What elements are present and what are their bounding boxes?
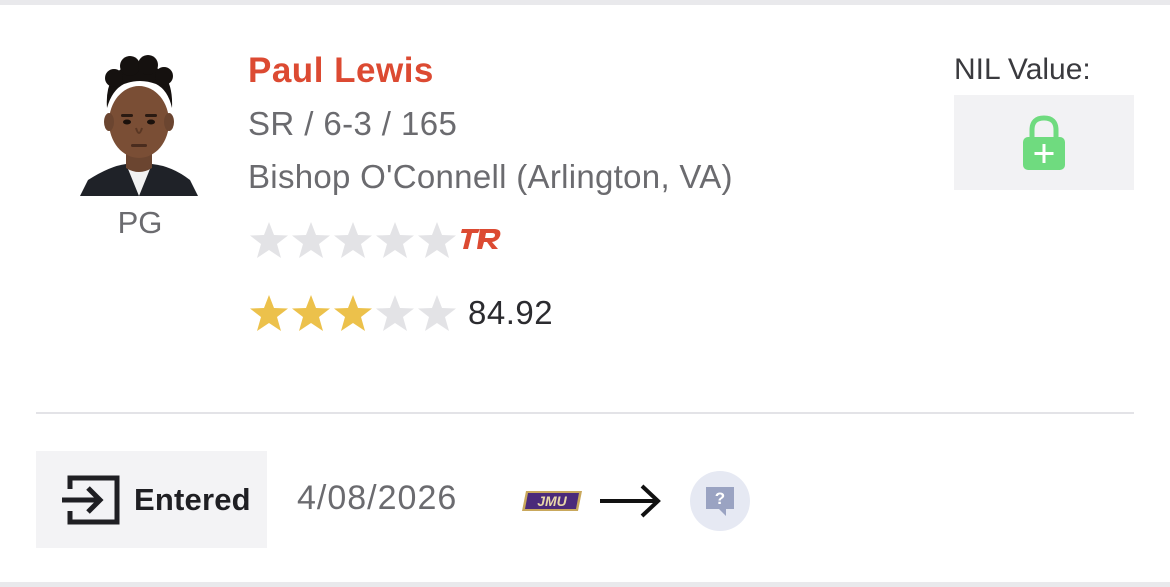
nil-value-label: NIL Value: (954, 53, 1091, 86)
composite-star-icon-2 (292, 295, 330, 331)
composite-star-icon-4 (376, 295, 414, 331)
player-name-link[interactable]: Paul Lewis (248, 51, 434, 91)
unknown-school-icon[interactable]: ? (690, 471, 750, 531)
jmu-logo-text: JMU (537, 493, 567, 509)
tr-logo-icon (461, 229, 501, 249)
bottom-border (0, 582, 1170, 587)
tr-star-icon-2 (292, 222, 330, 258)
player-position: PG (117, 205, 163, 240)
lock-plus-icon (1023, 114, 1065, 170)
tr-stars (248, 219, 458, 261)
section-divider (36, 412, 1134, 414)
tr-star-icon-3 (334, 222, 372, 258)
tr-star-icon-4 (376, 222, 414, 258)
tr-star-icon-1 (250, 222, 288, 258)
jmu-logo[interactable]: JMU (522, 489, 584, 513)
nil-value-locked-button[interactable] (954, 95, 1134, 190)
arrow-right-icon (600, 484, 661, 518)
tr-star-icon-5 (418, 222, 456, 258)
player-bio: SR / 6-3 / 165 (248, 105, 458, 142)
enter-icon (62, 475, 120, 524)
unknown-school-glyph: ? (715, 489, 725, 508)
tr-star-rating (248, 217, 504, 263)
question-bubble-icon: ? (706, 487, 734, 516)
composite-stars (248, 292, 458, 334)
composite-star-icon-1 (250, 295, 288, 331)
player-photo[interactable] (80, 48, 198, 196)
composite-score: 84.92 (468, 294, 554, 331)
composite-star-icon-5 (418, 295, 456, 331)
player-school: Bishop O'Connell (Arlington, VA) (248, 158, 733, 195)
transfer-date: 4/08/2026 (297, 479, 458, 517)
transfer-status-badge[interactable]: Entered (36, 451, 267, 548)
transfer-status-label: Entered (134, 481, 251, 517)
composite-star-rating: 84.92 (248, 290, 553, 336)
composite-star-icon-3 (334, 295, 372, 331)
player-card: PG Paul Lewis SR / 6-3 / 165 Bishop O'Co… (0, 5, 1170, 582)
